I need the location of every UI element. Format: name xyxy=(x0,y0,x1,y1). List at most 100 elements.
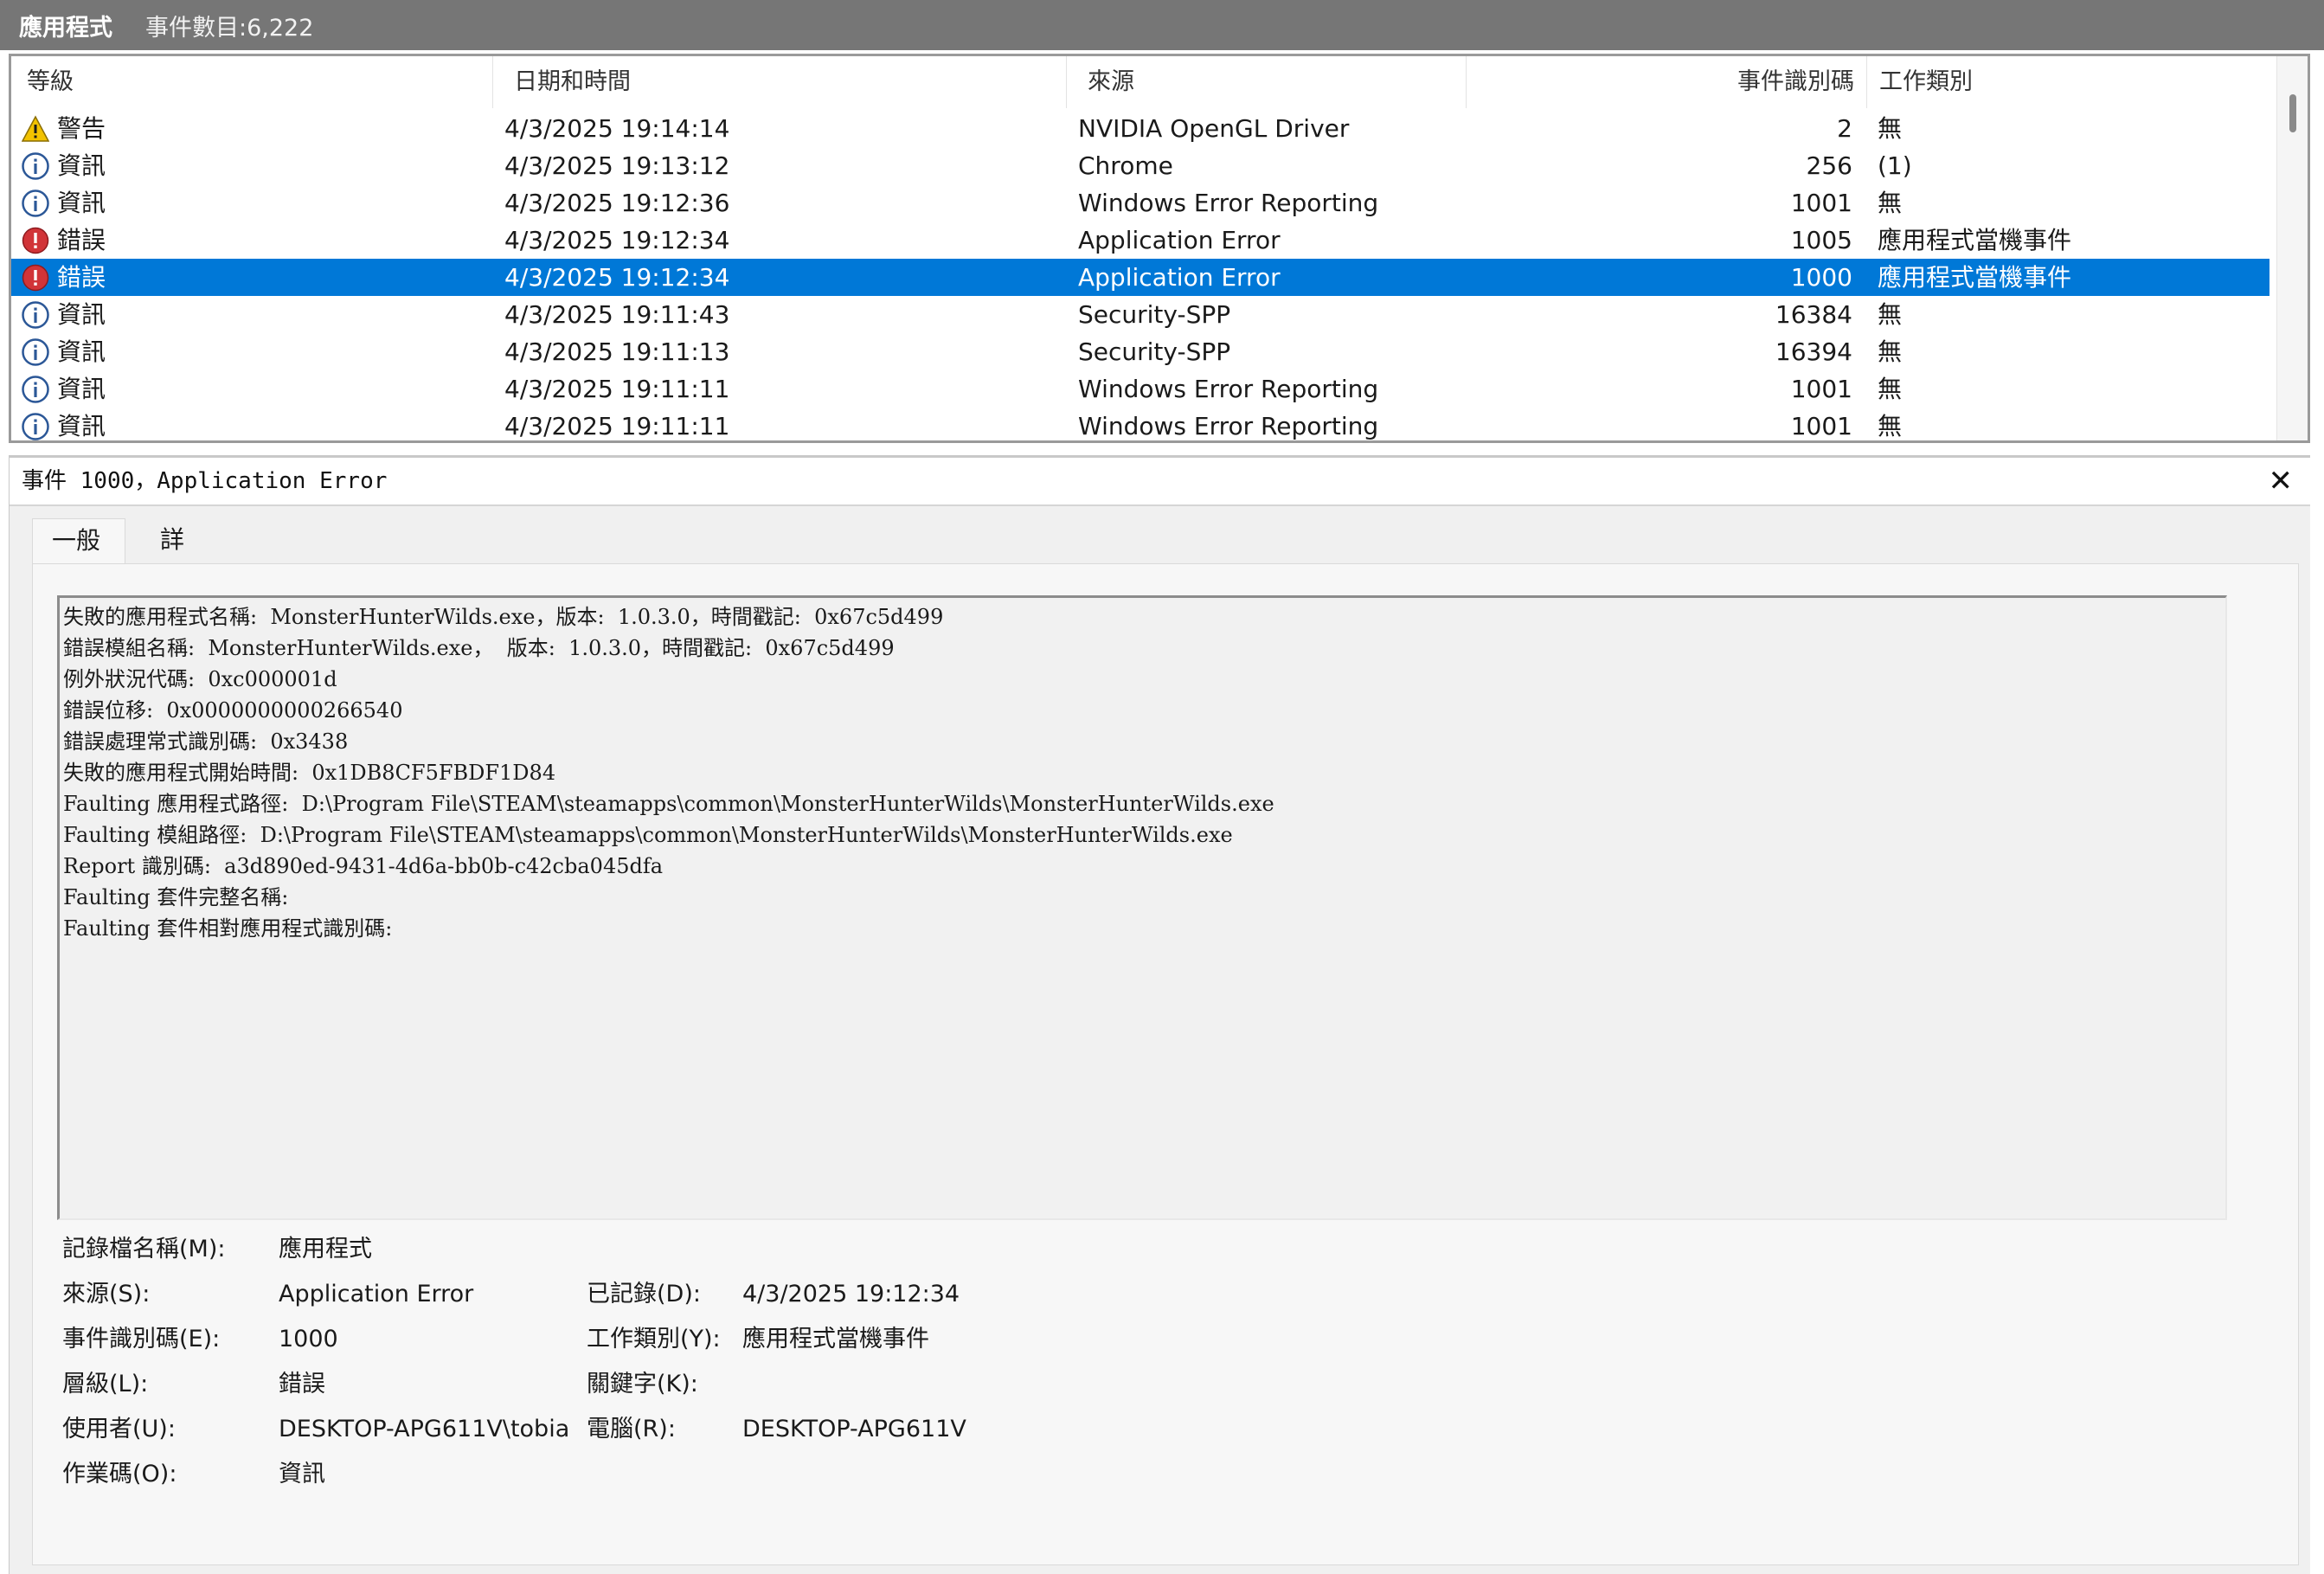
event-list-scrollbar[interactable] xyxy=(2276,56,2308,440)
event-row[interactable]: 錯誤 4/3/2025 19:12:34 Application Error 1000… xyxy=(11,259,2269,296)
event-row[interactable]: 錯誤 4/3/2025 19:12:34 Application Error 1005… xyxy=(11,222,2269,259)
event-row[interactable]: 資訊 4/3/2025 19:11:43 Security-SPP 16384 無 xyxy=(11,296,2269,333)
error-icon xyxy=(22,264,49,292)
event-date: 4/3/2025 19:12:34 xyxy=(504,226,730,254)
event-id: 1005 xyxy=(1790,226,1852,254)
event-id-label: 事件識別碼(E): xyxy=(62,1326,221,1352)
close-icon[interactable]: ✕ xyxy=(2269,458,2294,506)
event-source: Chrome xyxy=(1078,151,1173,180)
column-header-task[interactable]: 工作類別 xyxy=(1867,56,2269,108)
event-row[interactable]: 資訊 4/3/2025 19:11:11 Windows Error Reporti… xyxy=(11,408,2269,440)
user-value: DESKTOP-APG611V\tobias114 xyxy=(279,1416,568,1442)
event-rows: 警告 4/3/2025 19:14:14 NVIDIA OpenGL Driver 2… xyxy=(11,110,2269,440)
logged-value: 4/3/2025 19:12:34 xyxy=(742,1281,960,1307)
computer-value: DESKTOP-APG611V xyxy=(742,1416,966,1442)
event-date: 4/3/2025 19:13:12 xyxy=(504,151,730,180)
event-level: 資訊 xyxy=(57,189,106,217)
event-level: 錯誤 xyxy=(57,226,106,254)
detail-title: 事件 1000，Application Error xyxy=(22,468,388,494)
event-task: 無 xyxy=(1878,300,1903,329)
event-task: 應用程式當機事件 xyxy=(1878,226,2072,254)
event-date: 4/3/2025 19:12:34 xyxy=(504,263,730,292)
event-source: NVIDIA OpenGL Driver xyxy=(1078,114,1350,143)
event-task: 無 xyxy=(1878,114,1903,143)
event-id: 16384 xyxy=(1775,300,1852,329)
log-title-bar: 應用程式 事件數目:6,222 xyxy=(0,0,2324,50)
event-date: 4/3/2025 19:11:43 xyxy=(504,300,730,329)
column-header-event-id[interactable]: 事件識別碼 xyxy=(1467,56,1867,108)
event-date: 4/3/2025 19:11:11 xyxy=(504,375,730,403)
event-message-box[interactable]: 失敗的應用程式名稱: MonsterHunterWilds.exe，版本: 1.… xyxy=(57,595,2227,1220)
info-icon xyxy=(22,152,49,180)
event-level: 錯誤 xyxy=(57,263,106,292)
event-source: Windows Error Reporting xyxy=(1078,412,1379,440)
event-detail-pane: 事件 1000，Application Error ✕ 一般 詳細資料 失敗的應… xyxy=(9,455,2310,1574)
event-level: 資訊 xyxy=(57,375,106,403)
user-label: 使用者(U): xyxy=(62,1416,176,1442)
message-line: 錯誤處理常式識別碼: 0x3438 xyxy=(63,729,349,754)
message-line: 錯誤位移: 0x0000000000266540 xyxy=(63,698,403,723)
event-id: 1000 xyxy=(1790,263,1852,292)
tab-general[interactable]: 一般 xyxy=(32,518,125,563)
keywords-label: 關鍵字(K): xyxy=(587,1371,698,1397)
message-line: Faulting 模組路徑: D:\Program File\STEAM\ste… xyxy=(63,823,1233,847)
column-header-level[interactable]: 等級 xyxy=(11,56,493,108)
level-value: 錯誤 xyxy=(279,1371,325,1397)
info-icon xyxy=(22,413,49,440)
source-value: Application Error xyxy=(279,1281,474,1307)
scrollbar-thumb[interactable] xyxy=(2289,94,2296,132)
opcode-label: 作業碼(O): xyxy=(62,1461,177,1487)
event-id: 1001 xyxy=(1790,189,1852,217)
event-id: 1001 xyxy=(1790,375,1852,403)
detail-header: 事件 1000，Application Error ✕ xyxy=(10,458,2310,506)
computer-label: 電腦(R): xyxy=(587,1416,676,1442)
column-header-date[interactable]: 日期和時間 xyxy=(493,56,1067,108)
event-date: 4/3/2025 19:12:36 xyxy=(504,189,730,217)
event-task: 應用程式當機事件 xyxy=(1878,263,2072,292)
event-source: Application Error xyxy=(1078,263,1281,292)
event-id: 1001 xyxy=(1790,412,1852,440)
event-source: Security-SPP xyxy=(1078,300,1231,329)
event-source: Application Error xyxy=(1078,226,1281,254)
log-name-label: 記錄檔名稱(M): xyxy=(62,1236,226,1262)
message-line: 失敗的應用程式開始時間: 0x1DB8CF5FBDF1D84 xyxy=(63,761,556,785)
event-level: 資訊 xyxy=(57,412,106,440)
warning-icon xyxy=(22,115,49,143)
event-task: 無 xyxy=(1878,337,1903,366)
event-count: 事件數目:6,222 xyxy=(145,14,314,42)
opcode-value: 資訊 xyxy=(279,1461,325,1487)
column-header-source[interactable]: 來源 xyxy=(1067,56,1467,108)
message-line: Faulting 應用程式路徑: D:\Program File\STEAM\s… xyxy=(63,792,1274,816)
event-task: 無 xyxy=(1878,375,1903,403)
event-source: Security-SPP xyxy=(1078,337,1231,366)
task-value: 應用程式當機事件 xyxy=(742,1326,929,1352)
event-row[interactable]: 資訊 4/3/2025 19:13:12 Chrome 256 (1) xyxy=(11,147,2269,184)
info-icon xyxy=(22,301,49,329)
info-icon xyxy=(22,338,49,366)
event-level: 資訊 xyxy=(57,300,106,329)
task-label: 工作類別(Y): xyxy=(587,1326,721,1352)
message-line: Faulting 套件完整名稱: xyxy=(63,885,289,909)
event-list[interactable]: 等級 日期和時間 來源 事件識別碼 工作類別 警告 4/3/2025 19:14:… xyxy=(9,54,2310,443)
event-id: 16394 xyxy=(1775,337,1852,366)
message-line: 錯誤模組名稱: MonsterHunterWilds.exe， 版本: 1.0.… xyxy=(63,636,895,660)
event-task: 無 xyxy=(1878,189,1903,217)
event-list-header: 等級 日期和時間 來源 事件識別碼 工作類別 xyxy=(11,56,2269,108)
event-row[interactable]: 資訊 4/3/2025 19:11:13 Security-SPP 16394 無 xyxy=(11,333,2269,370)
message-line: Report 識別碼: a3d890ed-9431-4d6a-bb0b-c42c… xyxy=(63,854,664,878)
tab-details[interactable]: 詳細資料 xyxy=(141,518,203,684)
event-row[interactable]: 資訊 4/3/2025 19:11:11 Windows Error Reporti… xyxy=(11,370,2269,408)
event-level: 警告 xyxy=(57,114,106,143)
event-row[interactable]: 警告 4/3/2025 19:14:14 NVIDIA OpenGL Driver 2… xyxy=(11,110,2269,147)
message-line: 例外狀況代碼: 0xc000001d xyxy=(63,667,337,691)
info-icon xyxy=(22,190,49,217)
logged-label: 已記錄(D): xyxy=(587,1281,701,1307)
event-date: 4/3/2025 19:14:14 xyxy=(504,114,730,143)
event-source: Windows Error Reporting xyxy=(1078,189,1379,217)
message-line: Faulting 套件相對應用程式識別碼: xyxy=(63,916,393,941)
event-task: (1) xyxy=(1878,151,1912,180)
event-id-value: 1000 xyxy=(279,1326,338,1352)
message-line: 失敗的應用程式名稱: MonsterHunterWilds.exe，版本: 1.… xyxy=(63,605,944,629)
event-task: 無 xyxy=(1878,412,1903,440)
event-row[interactable]: 資訊 4/3/2025 19:12:36 Windows Error Reporti… xyxy=(11,184,2269,222)
